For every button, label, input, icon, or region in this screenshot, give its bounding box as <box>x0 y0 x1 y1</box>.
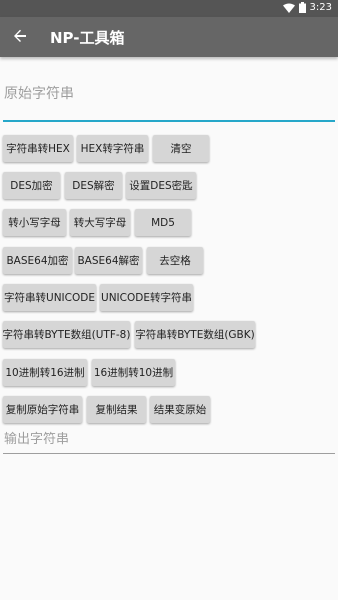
original-string-input[interactable] <box>3 72 335 116</box>
status-time: 3:23 <box>309 2 332 13</box>
output-underline <box>3 453 335 454</box>
to-lowercase-button[interactable]: 转小写字母 <box>3 209 66 236</box>
app-bar: NP-工具箱 <box>0 17 338 57</box>
wifi-icon <box>282 3 295 13</box>
arrow-back-icon <box>13 28 27 47</box>
output-string-field[interactable]: 输出字符串 <box>3 430 335 454</box>
decimal-to-hex-button[interactable]: 10进制转16进制 <box>3 359 87 386</box>
md5-button[interactable]: MD5 <box>135 209 191 236</box>
copy-original-button[interactable]: 复制原始字符串 <box>3 396 82 423</box>
result-to-original-button[interactable]: 结果变原始 <box>150 396 210 423</box>
output-string-text: 输出字符串 <box>4 432 70 447</box>
app-title: NP-工具箱 <box>50 28 125 47</box>
battery-icon <box>298 2 306 13</box>
clear-button[interactable]: 清空 <box>153 135 209 162</box>
copy-result-button[interactable]: 复制结果 <box>87 396 146 423</box>
trim-spaces-button[interactable]: 去空格 <box>147 247 203 274</box>
base64-decode-button[interactable]: BASE64解密 <box>75 247 142 274</box>
string-to-hex-button[interactable]: 字符串转HEX <box>3 135 73 162</box>
to-uppercase-button[interactable]: 转大写字母 <box>70 209 130 236</box>
string-to-utf8-bytes-button[interactable]: 字符串转BYTE数组(UTF-8) <box>3 321 130 348</box>
string-to-gbk-bytes-button[interactable]: 字符串转BYTE数组(GBK) <box>135 321 255 348</box>
des-decrypt-button[interactable]: DES解密 <box>65 172 122 199</box>
des-encrypt-button[interactable]: DES加密 <box>3 172 60 199</box>
base64-encode-button[interactable]: BASE64加密 <box>3 247 72 274</box>
string-to-unicode-button[interactable]: 字符串转UNICODE <box>3 284 96 311</box>
back-button[interactable] <box>0 17 40 57</box>
set-des-key-button[interactable]: 设置DES密匙 <box>126 172 196 199</box>
unicode-to-string-button[interactable]: UNICODE转字符串 <box>100 284 193 311</box>
input-underline <box>3 120 335 122</box>
status-bar: 3:23 <box>0 0 338 17</box>
original-string-field <box>3 72 335 122</box>
hex-to-string-button[interactable]: HEX转字符串 <box>77 135 148 162</box>
hex-to-decimal-button[interactable]: 16进制转10进制 <box>92 359 175 386</box>
